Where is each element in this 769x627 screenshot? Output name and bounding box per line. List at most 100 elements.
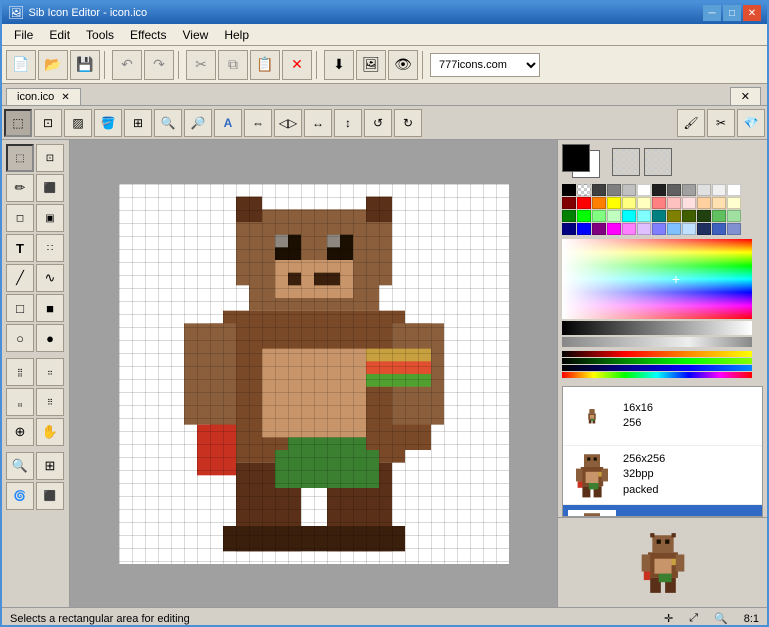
tool-ellipse-fill[interactable]: ● <box>36 324 64 352</box>
menu-view[interactable]: View <box>175 26 217 44</box>
tool-move-v[interactable]: ↕ <box>334 109 362 137</box>
color-line-green[interactable] <box>562 358 752 364</box>
swatch-ltcyan[interactable] <box>637 210 651 222</box>
tab-icon[interactable]: icon.ico ✕ <box>6 88 81 105</box>
tool-select-active[interactable]: ⬚ <box>4 109 32 137</box>
paste-button[interactable]: 📋 <box>250 50 280 80</box>
swatch-lgray[interactable] <box>682 184 696 196</box>
swatch-olive[interactable] <box>667 210 681 222</box>
swatch-pink[interactable] <box>652 197 666 209</box>
preview-button[interactable]: 👁 <box>388 50 418 80</box>
tool-extra2[interactable]: ✂ <box>707 109 735 137</box>
swatch-nearwh[interactable] <box>712 184 726 196</box>
swatch-darkblue[interactable] <box>562 223 576 235</box>
maximize-button[interactable]: □ <box>723 5 741 21</box>
tool-move-right[interactable]: ↔ <box>304 109 332 137</box>
tool-pencil[interactable]: ✏ <box>6 174 34 202</box>
swatch-forest[interactable] <box>697 210 711 222</box>
tool-select-rect[interactable]: ⬚ <box>6 144 34 172</box>
tool-rect-outline[interactable]: □ <box>6 294 34 322</box>
redo-button[interactable]: ↷ <box>144 50 174 80</box>
swatch-gray2[interactable] <box>607 184 621 196</box>
import-button[interactable]: ⬇ <box>324 50 354 80</box>
swatch-ltblue[interactable] <box>652 223 666 235</box>
swatch-ltpink[interactable] <box>667 197 681 209</box>
transparent-indicator[interactable] <box>612 148 640 176</box>
swatch-navy[interactable] <box>697 223 711 235</box>
tool-grid[interactable]: ⊞ <box>124 109 152 137</box>
swatch-ltpink2[interactable] <box>682 197 696 209</box>
swatch-blue[interactable] <box>577 223 591 235</box>
swatch-midgray[interactable] <box>667 184 681 196</box>
foreground-color-box[interactable] <box>562 144 590 172</box>
swatch-teal[interactable] <box>652 210 666 222</box>
color-line-red[interactable] <box>562 351 752 357</box>
tab-close-all[interactable]: ✕ <box>730 87 761 105</box>
tool-ellipse-outline[interactable]: ○ <box>6 324 34 352</box>
swatch-pure-w[interactable] <box>727 184 741 196</box>
tool-rotate-ccw[interactable]: ↺ <box>364 109 392 137</box>
swatch-orange[interactable] <box>592 197 606 209</box>
tool-zoom-in[interactable]: 🔍 <box>154 109 182 137</box>
tool-fill[interactable]: ▣ <box>36 204 64 232</box>
grayscale-bar[interactable] <box>562 321 752 335</box>
color-line-blue[interactable] <box>562 365 752 371</box>
tool-extra3[interactable]: 💎 <box>737 109 765 137</box>
transparent-indicator2[interactable] <box>644 148 672 176</box>
color-picker-gradient[interactable] <box>562 239 752 319</box>
swatch-silver[interactable] <box>697 184 711 196</box>
swatch-lavender[interactable] <box>637 223 651 235</box>
tool-extra[interactable]: ⊞ <box>36 452 64 480</box>
tool-rotate-cw[interactable]: ↻ <box>394 109 422 137</box>
tool-text2[interactable]: A <box>214 109 242 137</box>
swatch-ltgreen2[interactable] <box>607 210 621 222</box>
icon-entry-1[interactable]: 256x256 32bpp packed <box>563 446 762 505</box>
website-dropdown[interactable]: 777icons.com <box>430 53 540 77</box>
menu-help[interactable]: Help <box>216 26 257 44</box>
tool-rect-fill[interactable]: ■ <box>36 294 64 322</box>
swatch-cyan[interactable] <box>622 210 636 222</box>
swatch-black[interactable] <box>562 184 576 196</box>
swatch-darkolive[interactable] <box>682 210 696 222</box>
tool-select2[interactable]: ⊡ <box>34 109 62 137</box>
tool-pattern1[interactable]: ⣿ <box>6 358 34 386</box>
swatch-cobalt[interactable] <box>712 223 726 235</box>
tool-zoom-out[interactable]: 🔎 <box>184 109 212 137</box>
swatch-mint[interactable] <box>727 210 741 222</box>
export-button[interactable]: 🖼 <box>356 50 386 80</box>
menu-tools[interactable]: Tools <box>78 26 122 44</box>
swatch-ltmagenta[interactable] <box>622 223 636 235</box>
swatch-ltgreen[interactable] <box>592 210 606 222</box>
swatch-cream[interactable] <box>637 197 651 209</box>
tool-eyedropper[interactable]: ⊕ <box>6 418 34 446</box>
swatch-purple[interactable] <box>592 223 606 235</box>
tool-move-left[interactable]: ◁▷ <box>274 109 302 137</box>
close-button[interactable]: ✕ <box>743 5 761 21</box>
icon-entry-0[interactable]: 16x16 256 <box>563 387 762 446</box>
tool-spray[interactable]: ∷ <box>36 234 64 262</box>
swatch-darkgreen[interactable] <box>562 210 576 222</box>
swatch-gray3[interactable] <box>622 184 636 196</box>
swatch-magenta[interactable] <box>607 223 621 235</box>
tool-extra3[interactable]: ⬛ <box>36 482 64 510</box>
tool-pattern4[interactable]: ⠿ <box>36 388 64 416</box>
tool-fill-solid[interactable]: 🪣 <box>94 109 122 137</box>
tool-brush[interactable]: ⬛ <box>36 174 64 202</box>
swatch-wheat[interactable] <box>712 197 726 209</box>
open-button[interactable]: 📂 <box>38 50 68 80</box>
swatch-white2[interactable] <box>637 184 651 196</box>
swatch-skyblue[interactable] <box>667 223 681 235</box>
color-line-multi[interactable] <box>562 372 752 378</box>
swatch-gray1[interactable] <box>592 184 606 196</box>
minimize-button[interactable]: ─ <box>703 5 721 21</box>
copy-button[interactable]: ⧉ <box>218 50 248 80</box>
swatch-periwinkle[interactable] <box>727 223 741 235</box>
swatch-red[interactable] <box>577 197 591 209</box>
menu-edit[interactable]: Edit <box>41 26 78 44</box>
save-button[interactable]: 💾 <box>70 50 100 80</box>
swatch-lemon[interactable] <box>727 197 741 209</box>
swatch-ltsky[interactable] <box>682 223 696 235</box>
tool-extra2[interactable]: 🌀 <box>6 482 34 510</box>
icon-list[interactable]: 16x16 256 <box>562 386 763 517</box>
tool-line[interactable]: ╱ <box>6 264 34 292</box>
